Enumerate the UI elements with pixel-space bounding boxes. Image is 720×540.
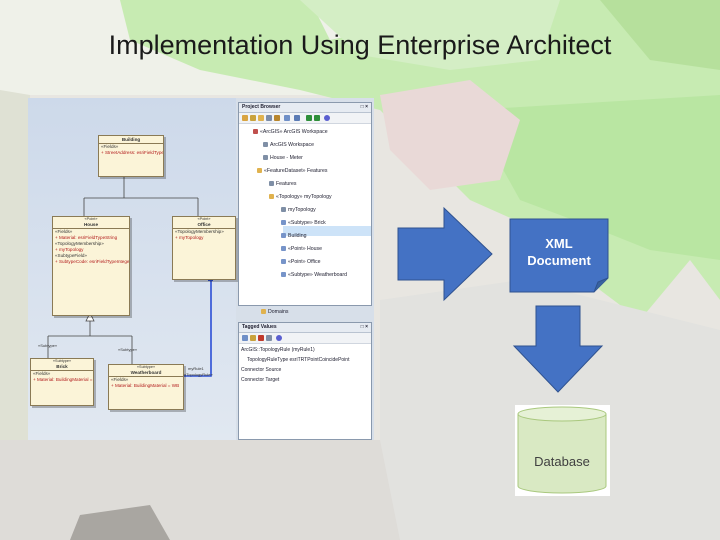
database-label: Database [534,454,590,469]
flow-diagram: XML Document Database [397,206,610,496]
database-cylinder [515,405,610,496]
xml-label-line1: XML [545,236,573,251]
xml-label-line2: Document [527,253,591,268]
down-arrow [512,305,604,393]
right-arrow [397,206,493,302]
